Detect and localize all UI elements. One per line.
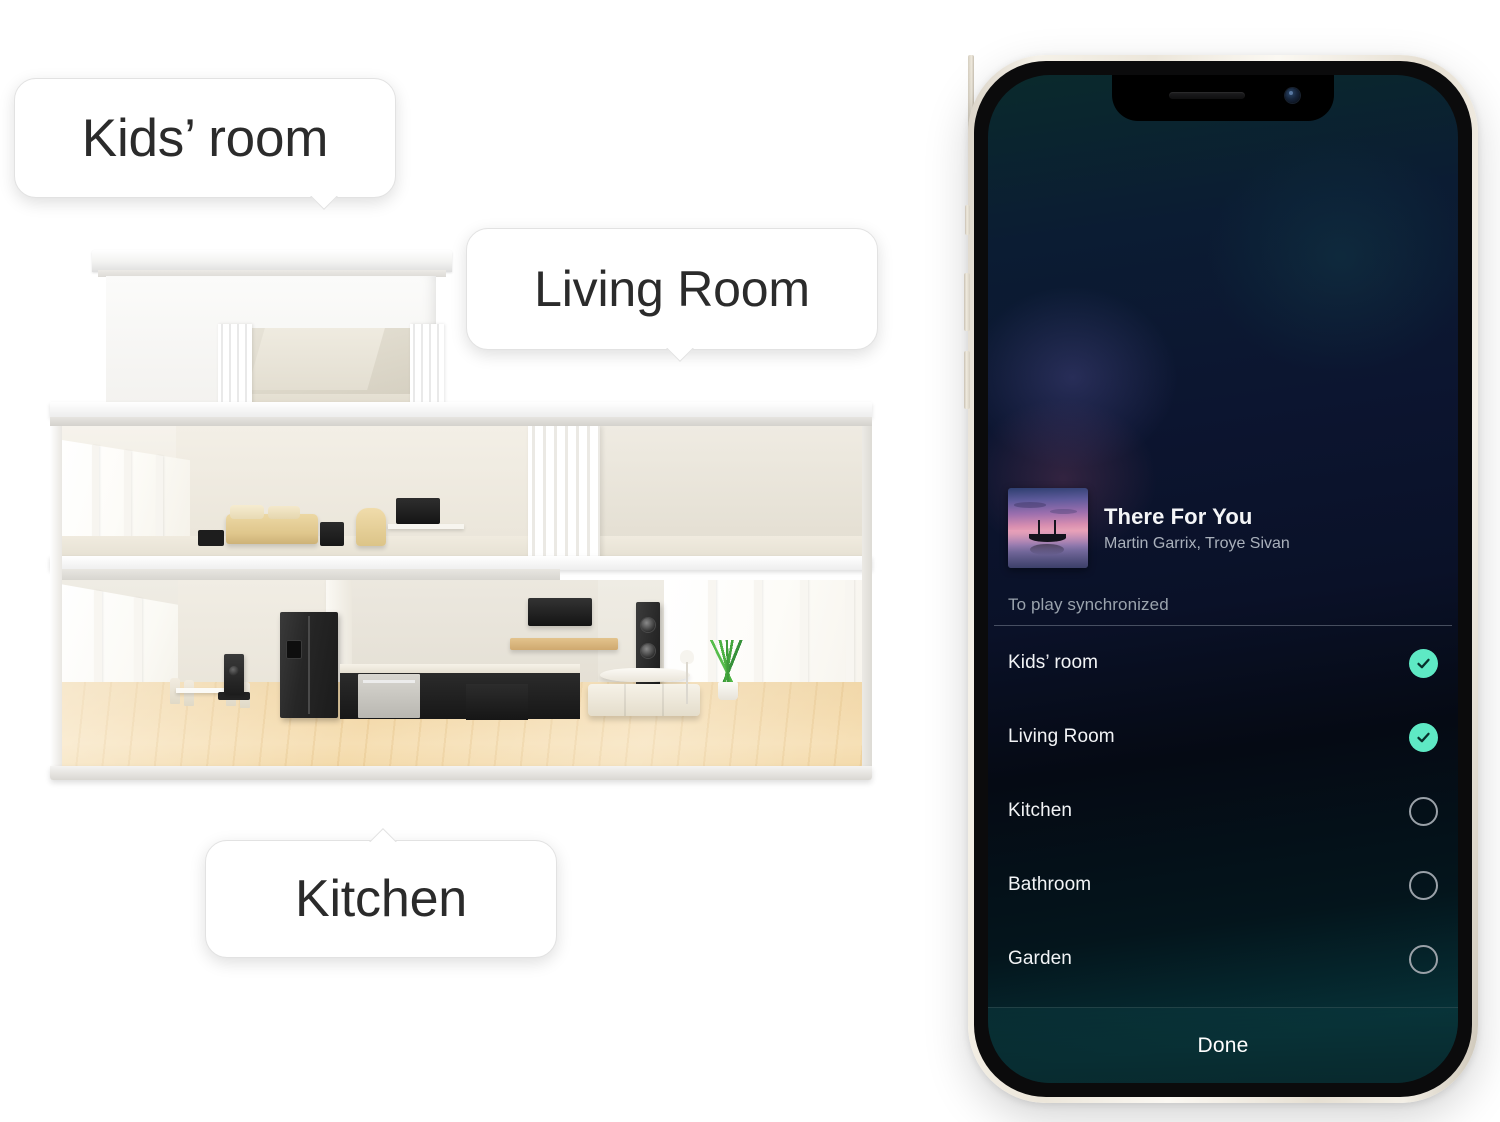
room-label: Kitchen [1008,800,1073,821]
coffee-table [600,668,690,682]
side-table [198,530,224,546]
room-label: Garden [1008,948,1072,969]
room-label: Bathroom [1008,874,1092,895]
done-button-label: Done [1197,1033,1249,1057]
callout-tail-icon [663,348,697,370]
room-row-garden[interactable]: Garden [988,922,1458,996]
room-row-kids-room[interactable]: Kids’ room [988,626,1458,700]
floor-lamp [680,650,694,704]
ground-ceiling-slab [50,556,872,570]
speaker-cone [641,618,655,632]
room-row-kitchen[interactable]: Kitchen [988,774,1458,848]
plant-pot [718,682,738,700]
section-label: To play synchronized [1008,595,1169,614]
room-checkbox-checked-icon[interactable] [1409,722,1438,752]
track-title: There For You [1104,503,1253,529]
upper-floor-slab-edge [50,417,872,426]
callout-tail-icon [366,820,400,842]
artwork-boat-mast [1038,520,1040,535]
artwork-cloud [1049,508,1077,514]
room-checkbox-unchecked-icon[interactable] [1409,796,1438,826]
sofa [588,684,700,716]
room-checkbox-unchecked-icon[interactable] [1409,944,1438,974]
screen-top-spacer [988,75,1458,483]
callout-kitchen: Kitchen [205,828,557,958]
dishwasher [358,674,420,718]
silent-switch-button[interactable] [965,205,970,235]
now-playing-card[interactable]: There For You Martin Garrix, Troye Sivan [988,483,1458,573]
callout-kitchen-label: Kitchen [294,870,468,928]
room-checkbox-unchecked-icon[interactable] [1409,870,1438,900]
callout-living-room: Living Room [466,228,878,362]
house-base-slab [50,766,872,780]
house-illustration-panel: Kids’ room Living Room Kitchen [0,0,960,1122]
upper-roof [92,250,452,277]
refrigerator [280,612,338,718]
volume-down-button[interactable] [964,351,970,409]
callout-living-room-label: Living Room [534,261,810,317]
room-label: Living Room [1008,726,1115,747]
artwork-boat-mast [1054,520,1056,535]
living-room-curtain [528,426,600,562]
armchair [356,508,386,546]
desk [388,524,464,529]
room-row-living-room[interactable]: Living Room [988,700,1458,774]
callout-tail-icon [307,196,341,218]
dining-chair [184,680,194,706]
kids-room-interior [58,426,870,562]
ground-floor-interior [58,580,870,770]
upper-tv [396,498,440,524]
phone-mockup: There For You Martin Garrix, Troye Sivan… [964,55,1478,1103]
room-checkbox-checked-icon[interactable] [1409,648,1438,678]
notch [1112,75,1334,121]
upper-floor-slab [50,402,872,418]
done-button[interactable]: Done [988,1007,1458,1083]
artwork-reflection [1030,544,1064,556]
callout-kids-room: Kids’ room [14,78,396,210]
speaker-grill-icon [1169,92,1245,99]
phone-screen: There For You Martin Garrix, Troye Sivan… [988,75,1458,1083]
album-artwork [1008,488,1088,568]
wall-shelf [510,638,618,650]
callout-kids-room-label: Kids’ room [81,108,329,168]
potted-plant [710,640,746,686]
room-label: Kids’ room [1008,652,1099,673]
kitchen-island [466,684,528,720]
living-room-tv [528,598,592,626]
phone-bezel: There For You Martin Garrix, Troye Sivan… [974,61,1472,1097]
track-artists: Martin Garrix, Troye Sivan [1104,534,1290,552]
right-exterior-wall [862,426,872,774]
room-row-bathroom[interactable]: Bathroom [988,848,1458,922]
speaker-selection-screen: There For You Martin Garrix, Troye Sivan… [988,75,1458,1083]
front-camera-icon [1285,88,1300,103]
speaker-cone [641,644,655,658]
bookshelf-speaker [224,654,244,694]
nightstand [320,522,344,546]
room-list: Kids’ room Living Room Kitchen Bathroom … [988,626,1458,1007]
bed [226,505,318,544]
upper-storey [106,276,444,436]
artwork-boat [1028,533,1066,543]
artwork-cloud [1014,502,1047,508]
now-playing-text: There For You Martin Garrix, Troye Sivan [1104,504,1290,553]
kitchen-counter [340,664,580,673]
volume-up-button[interactable] [964,273,970,331]
left-exterior-wall [50,426,62,774]
